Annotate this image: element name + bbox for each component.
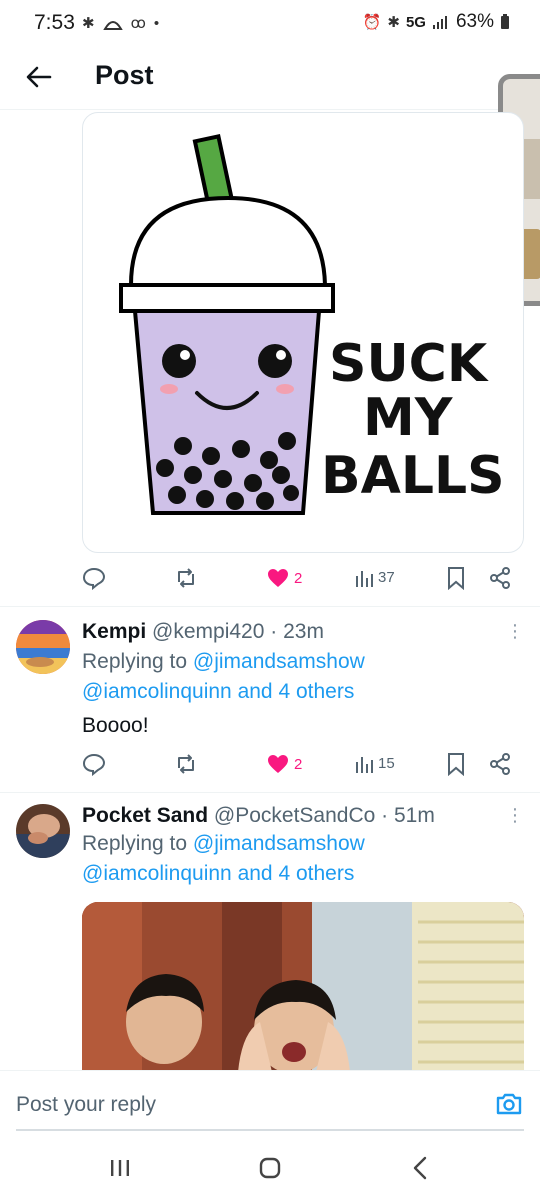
top-header: Post: [0, 46, 540, 110]
bluetooth-icon: ✱: [82, 15, 95, 32]
camera-icon: [496, 1093, 522, 1115]
sticker-text-line2: MY: [363, 388, 454, 448]
like-count: 2: [294, 755, 303, 773]
input-underline: [16, 1129, 524, 1131]
avatar[interactable]: [16, 620, 70, 674]
status-time: 7:53: [34, 11, 75, 34]
views-chart-icon: [356, 757, 373, 773]
battery-icon: [501, 14, 509, 29]
alarm-icon: ⏰: [362, 14, 382, 31]
replying-to-label: Replying to: [82, 832, 193, 855]
mention-link[interactable]: @iamcolinquinn: [82, 862, 232, 885]
reply-photo[interactable]: [82, 902, 524, 1072]
reply-button[interactable]: [82, 566, 106, 590]
status-bar: 7:53 ✱ ꝏ • ⏰ ✱ 5G 63%: [0, 0, 540, 46]
display-name[interactable]: Kempi: [82, 620, 146, 643]
status-right: ⏰ ✱ 5G 63%: [363, 11, 510, 33]
status-left-icons: ✱ ꝏ •: [82, 14, 160, 33]
bookmark-button[interactable]: [446, 566, 466, 590]
separator-dot: ·: [270, 620, 278, 643]
post-image[interactable]: SUCK MY BALLS: [82, 112, 524, 553]
others-link[interactable]: and 4 others: [238, 680, 355, 703]
replying-to-line: Replying to @jimandsamshow: [82, 650, 365, 674]
timestamp: 51m: [394, 804, 435, 827]
view-count: 37: [378, 568, 395, 586]
bookmark-icon: [448, 567, 464, 590]
replying-to-line-2: @iamcolinquinn and 4 others: [82, 862, 354, 886]
arrow-left-icon: [26, 66, 52, 88]
photo-image: [82, 902, 524, 1072]
post-action-bar: 2 37: [80, 566, 520, 594]
share-icon: [490, 567, 510, 589]
share-button[interactable]: [488, 566, 512, 590]
reply-composer: Post your reply: [0, 1070, 540, 1132]
network-label: 5G: [405, 13, 426, 31]
views-button[interactable]: 15: [354, 752, 395, 774]
boba-sticker-illustration: SUCK MY BALLS: [119, 134, 505, 515]
views-button[interactable]: 37: [354, 566, 395, 588]
replying-to-line-2: @iamcolinquinn and 4 others: [82, 680, 354, 704]
heart-filled-icon: [268, 755, 288, 773]
avatar[interactable]: [16, 804, 70, 858]
repost-icon: [178, 568, 194, 588]
reply-text: Boooo!: [82, 714, 149, 737]
repost-button[interactable]: [174, 752, 198, 776]
mention-link[interactable]: @jimandsamshow: [193, 650, 365, 673]
reply-header: Pocket Sand @PocketSandCo · 51m: [82, 804, 435, 828]
recent-apps-icon: [111, 1160, 129, 1176]
more-options-icon[interactable]: ⋮: [506, 806, 524, 824]
signal-icon: [432, 16, 447, 29]
like-button[interactable]: 2: [266, 752, 302, 776]
display-name[interactable]: Pocket Sand: [82, 804, 208, 827]
repost-icon: [178, 754, 194, 774]
sticker-text-line1: SUCK: [329, 334, 489, 394]
reply-header: Kempi @kempi420 · 23m: [82, 620, 324, 644]
home-button[interactable]: [250, 1154, 290, 1182]
like-button[interactable]: 2: [266, 566, 302, 590]
like-count: 2: [294, 569, 303, 587]
avatar-image: [16, 804, 70, 858]
bookmark-button[interactable]: [446, 752, 466, 776]
chevron-left-icon: [413, 1156, 427, 1180]
sticker-text-line3: BALLS: [321, 446, 505, 506]
bookmark-icon: [448, 753, 464, 776]
others-link[interactable]: and 4 others: [238, 862, 355, 885]
share-icon: [490, 753, 510, 775]
separator-dot: ·: [381, 804, 389, 827]
replying-to-line: Replying to @jimandsamshow: [82, 832, 365, 856]
page-title: Post: [95, 60, 154, 90]
voicemail-icon: ꝏ: [130, 15, 146, 32]
view-count: 15: [378, 754, 395, 772]
back-button[interactable]: [22, 60, 56, 94]
reply-action-bar: 2 15: [80, 752, 520, 780]
back-nav-button[interactable]: [400, 1154, 440, 1182]
system-navigation-bar: [0, 1134, 540, 1200]
more-options-icon[interactable]: ⋮: [506, 622, 524, 640]
mention-link[interactable]: @jimandsamshow: [193, 832, 365, 855]
share-button[interactable]: [488, 752, 512, 776]
timestamp: 23m: [283, 620, 324, 643]
views-chart-icon: [356, 571, 373, 587]
comment-icon: [82, 567, 106, 590]
bluetooth-icon: ✱: [387, 14, 400, 31]
avatar-image: [16, 620, 70, 674]
taco-bell-icon: [102, 21, 123, 30]
reply-input[interactable]: Post your reply: [16, 1093, 156, 1117]
reply-item[interactable]: Kempi @kempi420 · 23m ⋮ Replying to @jim…: [0, 606, 540, 792]
mention-link[interactable]: @iamcolinquinn: [82, 680, 232, 703]
replying-to-label: Replying to: [82, 650, 193, 673]
reply-button[interactable]: [82, 752, 106, 776]
camera-button[interactable]: [494, 1089, 524, 1119]
user-handle[interactable]: @PocketSandCo: [214, 804, 375, 827]
recent-apps-button[interactable]: [100, 1154, 140, 1182]
home-icon: [259, 1157, 281, 1179]
notification-dot-icon: •: [153, 14, 160, 32]
user-handle[interactable]: @kempi420: [152, 620, 264, 643]
battery-percent: 63%: [455, 11, 494, 32]
repost-button[interactable]: [174, 566, 198, 590]
heart-filled-icon: [268, 569, 288, 587]
comment-icon: [82, 753, 106, 776]
